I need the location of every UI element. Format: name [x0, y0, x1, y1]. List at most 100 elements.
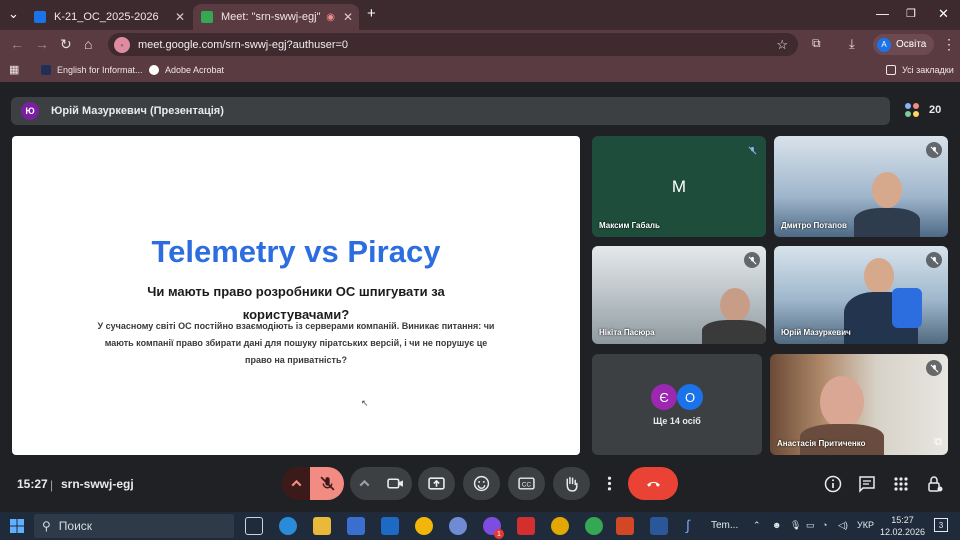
tab-label: K-21_ОС_2025-2026	[54, 11, 159, 23]
presenter-avatar: Ю	[21, 102, 39, 120]
profile-avatar: A	[877, 37, 891, 52]
extensions-icon[interactable]: ⧉	[812, 36, 821, 51]
separator: |	[50, 478, 54, 492]
taskbar-search[interactable]: ⚲ Поиск	[34, 514, 234, 538]
menu-kebab-icon[interactable]: ⋮	[942, 36, 956, 53]
tray-mic-icon[interactable]: 🎙	[790, 520, 801, 531]
participant-avatar: Є	[651, 384, 677, 410]
svg-text:CC: CC	[522, 482, 532, 489]
camera-icon	[386, 478, 403, 489]
more-options-button[interactable]	[598, 467, 620, 500]
apps-grid-icon[interactable]: ▦	[9, 63, 19, 76]
participant-name: Нікіта Пасюра	[599, 328, 655, 337]
volume-icon[interactable]: ◁)	[838, 520, 848, 531]
meeting-time: 15:27	[17, 477, 48, 491]
windows-start-icon[interactable]	[10, 519, 24, 533]
tab-k21[interactable]: K-21_ОС_2025-2026 ✕	[26, 4, 191, 30]
participant-video	[864, 258, 894, 294]
address-bar[interactable]: ◦ meet.google.com/srn-swwj-egj?authuser=…	[108, 33, 798, 56]
mail-icon[interactable]	[381, 517, 399, 535]
browser-tab-strip: ⌄ K-21_ОС_2025-2026 ✕ Meet: "srn-swwj-eg…	[0, 0, 960, 30]
minimize-icon[interactable]: —	[876, 6, 889, 21]
acrobat-icon[interactable]	[517, 517, 535, 535]
participants-count: 20	[929, 104, 942, 116]
muted-mic-icon	[926, 142, 942, 158]
close-tab-icon[interactable]: ✕	[343, 10, 353, 24]
url-text: meet.google.com/srn-swwj-egj?authuser=0	[138, 38, 349, 51]
bookmark-favicon	[41, 65, 51, 75]
chat-icon[interactable]	[858, 475, 876, 493]
bookmarks-bar: ▦ English for Informat... Adobe Acrobat …	[0, 59, 960, 82]
all-bookmarks-label: Усі закладки	[902, 65, 954, 75]
site-info-icon[interactable]: ◦	[114, 36, 130, 53]
participant-tile[interactable]: Дмитро Потапов	[774, 136, 948, 237]
battery-icon[interactable]: ▭	[806, 520, 815, 531]
new-tab-button[interactable]: +	[367, 5, 376, 22]
back-icon[interactable]: ←	[10, 36, 24, 52]
all-bookmarks[interactable]: Усі закладки	[886, 65, 954, 75]
forward-icon[interactable]: →	[35, 36, 49, 52]
app-tem-icon[interactable]: ∫	[686, 517, 704, 535]
search-icon: ⚲	[42, 519, 51, 533]
app-tem-label[interactable]: Tem...	[711, 520, 738, 531]
task-view-icon[interactable]	[245, 517, 263, 535]
more-vert-icon	[607, 476, 611, 491]
language-indicator[interactable]: УКР	[857, 520, 874, 530]
participant-name: Анастасія Притиченко	[777, 439, 866, 448]
notification-center-icon[interactable]: 3	[934, 518, 948, 532]
tab-search-icon[interactable]: ⌄	[8, 6, 19, 22]
participant-tile[interactable]: M Максим Габаль	[592, 136, 766, 237]
download-icon[interactable]: ⤓	[849, 36, 855, 52]
audio-options-button[interactable]	[282, 467, 310, 500]
end-call-button[interactable]	[628, 467, 678, 500]
app-icon[interactable]	[449, 517, 467, 535]
participant-tile[interactable]: Нікіта Пасюра	[592, 246, 766, 344]
bookmark-english[interactable]: English for Informat...	[41, 65, 143, 75]
reload-icon[interactable]: ↻	[60, 36, 72, 53]
close-window-icon[interactable]: ✕	[938, 6, 949, 22]
pin-tile-icon[interactable]: ⧉	[934, 436, 942, 449]
reactions-button[interactable]	[463, 467, 500, 500]
microphone-button[interactable]	[310, 467, 344, 500]
edge-icon[interactable]	[279, 517, 297, 535]
people-icon	[903, 101, 921, 119]
meeting-details-icon[interactable]	[824, 475, 842, 493]
close-tab-icon[interactable]: ✕	[175, 10, 185, 24]
camera-button[interactable]	[378, 467, 412, 500]
present-button[interactable]	[418, 467, 455, 500]
network-icon[interactable]: ◔	[822, 520, 827, 530]
slide-title: Telemetry vs Piracy	[151, 234, 441, 269]
participant-video	[720, 288, 750, 322]
browser-toolbar: ← → ↻ ⌂ ◦ meet.google.com/srn-swwj-egj?a…	[0, 30, 960, 59]
bookmark-adobe[interactable]: Adobe Acrobat	[149, 65, 224, 75]
profile-label: Освіта	[896, 39, 927, 50]
chrome-active-icon[interactable]	[585, 517, 603, 535]
powerpoint-icon[interactable]	[616, 517, 634, 535]
folder-icon	[886, 65, 896, 75]
word-icon[interactable]	[650, 517, 668, 535]
captions-button[interactable]: CC	[508, 467, 545, 500]
restore-icon[interactable]: ❐	[906, 7, 916, 20]
file-explorer-icon[interactable]	[313, 517, 331, 535]
participants-button[interactable]: 20	[903, 101, 941, 119]
tab-meet[interactable]: Meet: "srn-swwj-egj" ◉ ✕	[193, 4, 359, 30]
system-clock[interactable]: 15:27 12.02.2026	[880, 514, 925, 538]
participant-tile[interactable]: Юрій Мазуркевич	[774, 246, 948, 344]
home-icon[interactable]: ⌂	[84, 36, 92, 52]
host-controls-icon[interactable]	[926, 475, 944, 493]
chrome-profile-icon[interactable]	[551, 517, 569, 535]
tray-user-icon[interactable]: ☻	[772, 520, 781, 530]
participant-tile[interactable]: ⧉ Анастасія Притиченко	[770, 354, 948, 455]
participant-avatar: О	[677, 384, 703, 410]
presenter-bar: Ю Юрій Мазуркевич (Презентація)	[11, 97, 890, 125]
raise-hand-button[interactable]	[553, 467, 590, 500]
more-participants-tile[interactable]: Є О Ще 14 осіб	[592, 354, 762, 455]
activities-icon[interactable]	[892, 475, 910, 493]
chrome-icon[interactable]	[415, 517, 433, 535]
tab-label: Meet: "srn-swwj-egj"	[221, 11, 321, 23]
store-icon[interactable]	[347, 517, 365, 535]
bookmark-star-icon[interactable]: ☆	[776, 37, 788, 53]
video-options-button[interactable]	[350, 467, 378, 500]
tray-overflow-icon[interactable]: ⌃	[753, 520, 761, 531]
profile-button[interactable]: A Освіта	[873, 34, 935, 55]
